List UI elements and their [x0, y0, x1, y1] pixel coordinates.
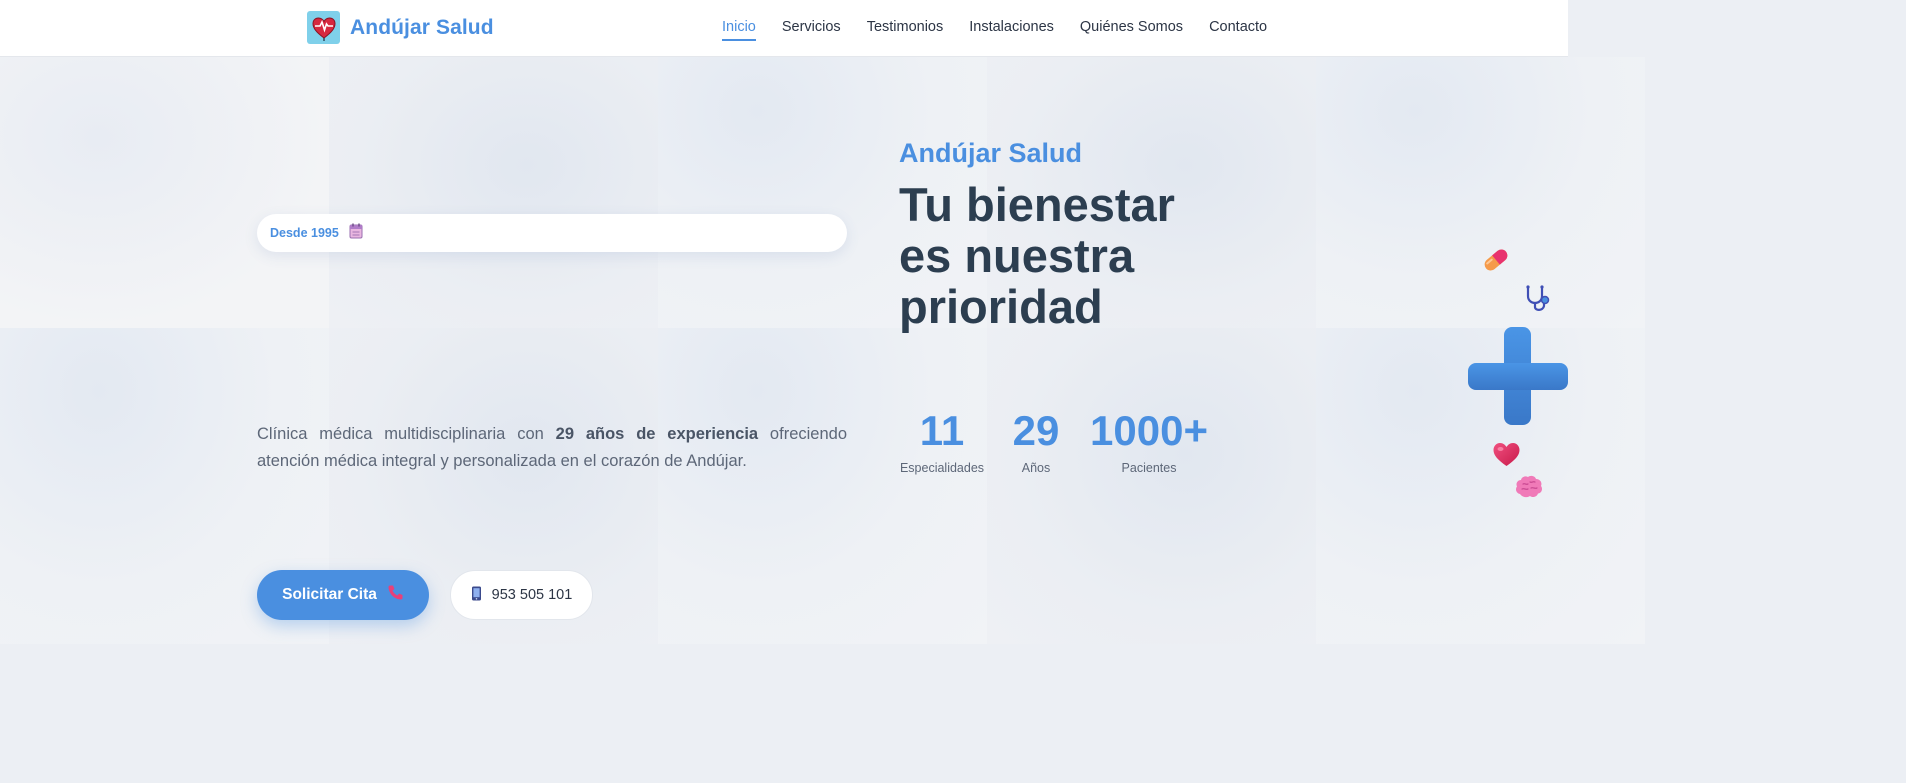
nav-contacto[interactable]: Contacto — [1209, 19, 1267, 41]
stat-value: 1000+ — [1090, 407, 1208, 454]
nav-servicios[interactable]: Servicios — [782, 19, 841, 41]
nav-instalaciones[interactable]: Instalaciones — [969, 19, 1054, 41]
nav-testimonios[interactable]: Testimonios — [867, 19, 944, 41]
nav-inicio[interactable]: Inicio — [722, 19, 756, 41]
hero-kicker: Andújar Salud — [899, 138, 1083, 168]
calendar-icon — [349, 223, 363, 244]
phone-icon — [387, 584, 404, 606]
stat-value: 29 — [1012, 407, 1060, 454]
stat-years: 29 Años — [985, 405, 1087, 475]
request-appointment-button[interactable]: Solicitar Cita — [257, 570, 429, 620]
since-badge: Desde 1995 — [257, 214, 847, 252]
brain-icon — [1514, 474, 1544, 505]
medical-cross-icon — [1468, 327, 1568, 432]
stat-specialties: 11 Especialidades — [899, 405, 985, 475]
site-header: Andújar Salud Inicio Servicios Testimoni… — [0, 0, 1568, 57]
stat-label: Años — [1021, 461, 1051, 475]
hero-description: Clínica médica multidisciplinaria con 29… — [257, 425, 847, 470]
pill-icon — [1481, 246, 1511, 279]
nav-quienes-somos[interactable]: Quiénes Somos — [1080, 19, 1183, 41]
phone-button[interactable]: 953 505 101 — [450, 570, 593, 620]
stat-label: Pacientes — [1121, 461, 1177, 475]
brand-name[interactable]: Andújar Salud — [350, 16, 494, 40]
brand[interactable]: Andújar Salud — [307, 11, 494, 44]
main-nav: Inicio Servicios Testimonios Instalacion… — [722, 19, 1267, 41]
experience-highlight: 29 años de experiencia — [555, 425, 759, 443]
heart-icon — [1492, 441, 1521, 473]
mobile-phone-icon — [471, 586, 482, 605]
stethoscope-icon — [1523, 284, 1553, 319]
since-badge-text: Desde 1995 — [270, 226, 339, 240]
stat-label: Especialidades — [899, 461, 985, 475]
heart-pulse-icon — [307, 11, 340, 44]
hero-title: Tu bienestar es nuestra prioridad — [899, 178, 1175, 333]
stat-patients: 1000+ Pacientes — [1087, 405, 1211, 475]
stats-row: 11 Especialidades 29 Años 1000+ Paciente… — [899, 405, 1211, 475]
background-pattern — [0, 57, 1645, 644]
stat-value: 11 — [919, 407, 965, 454]
